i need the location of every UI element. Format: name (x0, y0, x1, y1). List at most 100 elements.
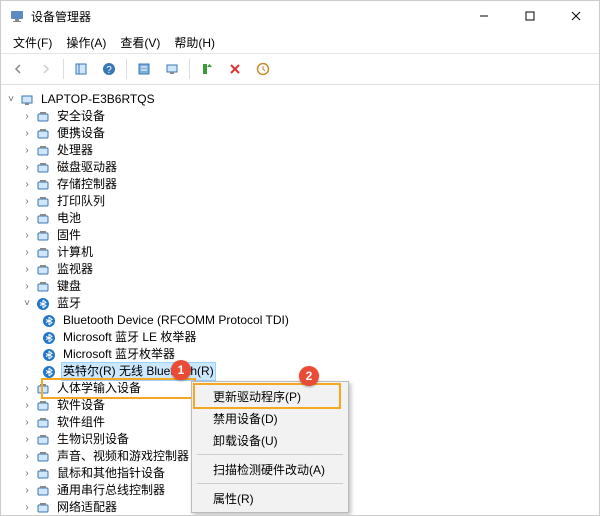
update-button[interactable] (194, 56, 220, 82)
expand-icon[interactable]: › (21, 210, 33, 227)
category-label: 安全设备 (55, 108, 107, 125)
toolbar: ? (1, 54, 599, 85)
tree-root[interactable]: ˅ LAPTOP-E3B6RTQS (5, 91, 595, 108)
device-category-icon (35, 483, 51, 499)
context-menu: 更新驱动程序(P) 禁用设备(D) 卸载设备(U) 扫描检测硬件改动(A) 属性… (191, 381, 349, 513)
expand-icon[interactable]: ˅ (5, 91, 17, 108)
menu-uninstall[interactable]: 卸载设备(U) (195, 429, 345, 451)
bluetooth-icon (41, 330, 57, 346)
category-label: 计算机 (55, 244, 95, 261)
disable-button[interactable] (250, 56, 276, 82)
expand-icon[interactable]: › (21, 108, 33, 125)
expand-icon[interactable]: › (21, 414, 33, 431)
device-tree[interactable]: ˅ LAPTOP-E3B6RTQS ›安全设备›便携设备›处理器›磁盘驱动器›存… (1, 85, 599, 515)
category-item[interactable]: › 便携设备 (5, 125, 595, 142)
category-item[interactable]: › 存储控制器 (5, 176, 595, 193)
back-button[interactable] (5, 56, 31, 82)
computer-icon (19, 92, 35, 108)
bluetooth-icon (41, 313, 57, 329)
category-label: 便携设备 (55, 125, 107, 142)
expand-icon[interactable]: › (21, 142, 33, 159)
menu-action[interactable]: 操作(A) (60, 32, 112, 53)
menu-scan[interactable]: 扫描检测硬件改动(A) (195, 458, 345, 480)
device-category-icon (35, 245, 51, 261)
device-label: Bluetooth Device (RFCOMM Protocol TDI) (61, 312, 291, 329)
category-label: 通用串行总线控制器 (55, 482, 167, 499)
category-item[interactable]: › 磁盘驱动器 (5, 159, 595, 176)
expand-icon[interactable]: › (21, 278, 33, 295)
view-button[interactable] (68, 56, 94, 82)
bluetooth-device-item[interactable]: Bluetooth Device (RFCOMM Protocol TDI) (5, 312, 595, 329)
menu-separator (197, 454, 343, 455)
app-icon (9, 8, 25, 24)
menu-update-driver[interactable]: 更新驱动程序(P) (195, 385, 345, 407)
category-label: 鼠标和其他指针设备 (55, 465, 167, 482)
badge-2: 2 (299, 366, 319, 386)
category-label: 软件设备 (55, 397, 107, 414)
device-category-icon (35, 262, 51, 278)
category-item[interactable]: ›处理器 (5, 142, 595, 159)
bluetooth-device-item[interactable]: Microsoft 蓝牙枚举器 (5, 346, 595, 363)
device-category-icon (35, 449, 51, 465)
device-category-icon (35, 228, 51, 244)
expand-icon[interactable]: › (21, 482, 33, 499)
device-category-icon (35, 432, 51, 448)
device-category-icon (35, 381, 51, 397)
bluetooth-device-item[interactable]: Microsoft 蓝牙 LE 枚举器 (5, 329, 595, 346)
expand-icon[interactable]: › (21, 193, 33, 210)
help-button[interactable]: ? (96, 56, 122, 82)
bluetooth-icon (35, 296, 51, 312)
device-category-icon (35, 143, 51, 159)
menu-file[interactable]: 文件(F) (7, 32, 58, 53)
menu-disable[interactable]: 禁用设备(D) (195, 407, 345, 429)
category-item[interactable]: › 键盘 (5, 278, 595, 295)
expand-icon[interactable]: › (21, 448, 33, 465)
device-category-icon (35, 211, 51, 227)
category-label: 固件 (55, 227, 83, 244)
monitor-button[interactable] (159, 56, 185, 82)
category-bluetooth[interactable]: ˅ 蓝牙 (5, 295, 595, 312)
expand-icon[interactable]: › (21, 431, 33, 448)
expand-icon[interactable]: › (21, 159, 33, 176)
category-item[interactable]: ›电池 (5, 210, 595, 227)
expand-icon[interactable]: › (21, 176, 33, 193)
category-item[interactable]: ›监视器 (5, 261, 595, 278)
maximize-button[interactable] (507, 1, 553, 31)
category-label: 网络适配器 (55, 499, 119, 515)
device-category-icon (35, 279, 51, 295)
device-manager-window: 设备管理器 文件(F) 操作(A) 查看(V) 帮助(H) ? ˅ LAPTOP… (0, 0, 600, 516)
expand-icon[interactable]: ˅ (21, 295, 33, 312)
device-label: 英特尔(R) 无线 Bluetooth(R) (61, 362, 216, 381)
category-item[interactable]: › 打印队列 (5, 193, 595, 210)
expand-icon[interactable]: › (21, 380, 33, 397)
menu-properties[interactable]: 属性(R) (195, 487, 345, 509)
expand-icon[interactable]: › (21, 465, 33, 482)
close-button[interactable] (553, 1, 599, 31)
category-label: 人体学输入设备 (55, 380, 143, 397)
expand-icon[interactable]: › (21, 499, 33, 515)
expand-icon[interactable]: › (21, 244, 33, 261)
expand-icon[interactable]: › (21, 397, 33, 414)
category-item[interactable]: › 安全设备 (5, 108, 595, 125)
device-label: Microsoft 蓝牙 LE 枚举器 (61, 329, 198, 346)
expand-icon[interactable]: › (21, 261, 33, 278)
expand-icon[interactable]: › (21, 125, 33, 142)
minimize-button[interactable] (461, 1, 507, 31)
category-item[interactable]: › 固件 (5, 227, 595, 244)
category-label: 磁盘驱动器 (55, 159, 119, 176)
device-category-icon (35, 177, 51, 193)
properties-button[interactable] (131, 56, 157, 82)
category-label: 存储控制器 (55, 176, 119, 193)
category-label: 键盘 (55, 278, 83, 295)
menu-view[interactable]: 查看(V) (114, 32, 166, 53)
menu-separator (197, 483, 343, 484)
expand-icon[interactable]: › (21, 227, 33, 244)
uninstall-button[interactable] (222, 56, 248, 82)
category-item[interactable]: › 计算机 (5, 244, 595, 261)
category-label: 打印队列 (55, 193, 107, 210)
device-category-icon (35, 500, 51, 516)
menu-help[interactable]: 帮助(H) (168, 32, 221, 53)
category-label: 声音、视频和游戏控制器 (55, 448, 191, 465)
forward-button[interactable] (33, 56, 59, 82)
titlebar: 设备管理器 (1, 1, 599, 31)
